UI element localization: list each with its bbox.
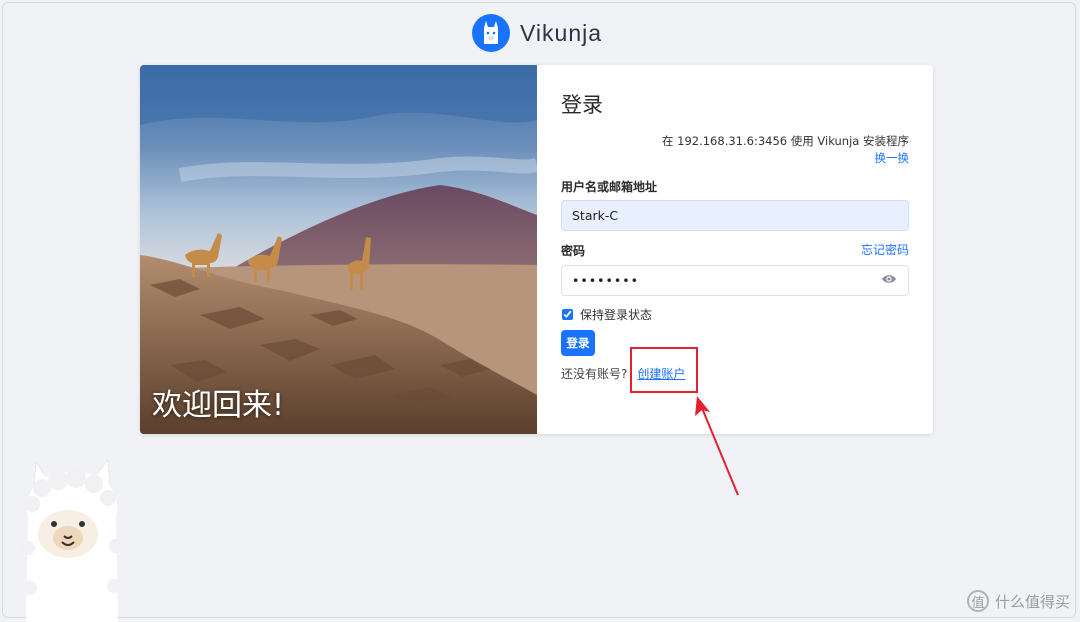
- watermark-text: 什么值得买: [994, 592, 1070, 611]
- remember-me-label: 保持登录状态: [580, 308, 653, 322]
- remember-me-checkbox[interactable]: [562, 309, 573, 320]
- hero-image: 欢迎回来!: [140, 65, 537, 434]
- remember-me[interactable]: 保持登录状态: [561, 306, 652, 323]
- watermark-logo-icon: 值: [966, 590, 989, 612]
- login-card: 欢迎回来! 登录 在 192.168.31.6:3456 使用 Vikunja …: [140, 65, 933, 434]
- forgot-password-link[interactable]: 忘记密码: [861, 241, 909, 258]
- login-button[interactable]: 登录: [561, 330, 595, 356]
- watermark: 值 什么值得买: [966, 590, 1070, 612]
- brand-wordmark: Vikunja: [520, 19, 603, 46]
- username-label: 用户名或邮箱地址: [561, 180, 658, 194]
- llama-mascot-icon: [22, 458, 122, 622]
- install-info-text: 在 192.168.31.6:3456 使用 Vikunja 安装程序: [661, 134, 909, 148]
- switch-server-link[interactable]: 换一换: [875, 150, 910, 166]
- vikunja-logo-icon: [472, 14, 510, 52]
- brand-header[interactable]: Vikunja: [472, 13, 602, 53]
- login-form: 登录 在 192.168.31.6:3456 使用 Vikunja 安装程序 换…: [561, 65, 909, 434]
- annotation-highlight-box: [630, 347, 698, 393]
- landscape-illustration: [140, 65, 537, 434]
- eye-icon[interactable]: [881, 273, 897, 285]
- username-input[interactable]: [561, 200, 909, 231]
- password-input[interactable]: [561, 265, 909, 296]
- no-account-text: 还没有账号?: [561, 367, 628, 381]
- login-title: 登录: [561, 93, 603, 117]
- password-label: 密码: [561, 244, 586, 258]
- welcome-back-title: 欢迎回来!: [152, 388, 285, 423]
